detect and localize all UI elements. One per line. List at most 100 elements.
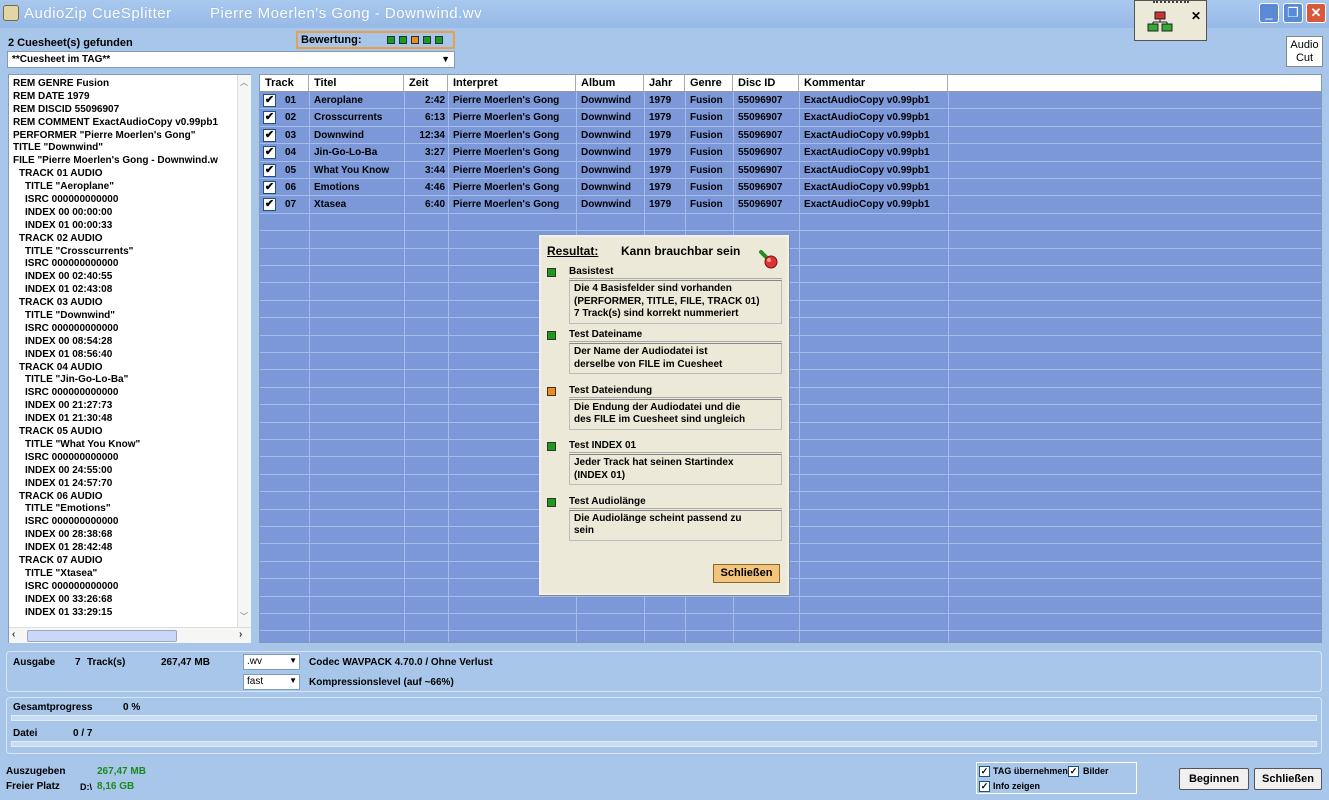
track-cell-comment[interactable]: ExactAudioCopy v0.99pb1 — [799, 92, 948, 109]
track-cell-discid[interactable]: 55096907 — [733, 196, 799, 213]
track-cell-discid[interactable]: 55096907 — [733, 109, 799, 126]
track-cell-comment[interactable]: ExactAudioCopy v0.99pb1 — [799, 179, 948, 196]
vertical-scrollbar[interactable]: ︿ ﹀ — [237, 75, 251, 627]
track-cell-comment[interactable]: ExactAudioCopy v0.99pb1 — [799, 162, 948, 179]
column-header[interactable]: Album — [576, 75, 644, 92]
chevron-down-icon[interactable]: ▼ — [289, 656, 297, 665]
track-cell-year[interactable]: 1979 — [644, 144, 685, 161]
column-header[interactable]: Disc ID — [733, 75, 799, 92]
track-cell-album[interactable]: Downwind — [576, 92, 644, 109]
bilder-checkbox[interactable]: ✓ — [1068, 766, 1079, 777]
track-cell-title[interactable]: Downwind — [309, 127, 404, 144]
track-cell-track[interactable]: 07 — [280, 196, 309, 213]
track-cell-year[interactable]: 1979 — [644, 196, 685, 213]
track-checkbox[interactable]: ✔ — [263, 146, 276, 160]
format-dropdown[interactable]: .wv ▼ — [243, 654, 300, 670]
scroll-left-icon[interactable]: ‹ — [12, 629, 15, 640]
track-cell-title[interactable]: Aeroplane — [309, 92, 404, 109]
column-header[interactable]: Genre — [685, 75, 733, 92]
close-button[interactable]: Schließen — [1254, 768, 1322, 790]
track-cell-comment[interactable]: ExactAudioCopy v0.99pb1 — [799, 196, 948, 213]
track-cell-title[interactable]: Jin-Go-Lo-Ba — [309, 144, 404, 161]
scroll-up-icon[interactable]: ︿ — [240, 77, 248, 88]
track-checkbox[interactable]: ✔ — [263, 181, 276, 194]
app-icon[interactable] — [3, 5, 19, 21]
track-cell-artist[interactable]: Pierre Moerlen's Gong — [448, 109, 576, 126]
track-checkbox[interactable]: ✔ — [263, 163, 276, 177]
track-cell-album[interactable]: Downwind — [576, 109, 644, 126]
track-cell-comment[interactable]: ExactAudioCopy v0.99pb1 — [799, 127, 948, 144]
track-cell-year[interactable]: 1979 — [644, 127, 685, 144]
track-cell-comment[interactable]: ExactAudioCopy v0.99pb1 — [799, 109, 948, 126]
floating-toolwindow[interactable]: ✕ — [1134, 0, 1207, 41]
network-icon[interactable] — [1147, 11, 1173, 33]
maximize-button[interactable]: ❐ — [1283, 3, 1303, 23]
scroll-thumb[interactable] — [27, 630, 177, 642]
track-cell-track[interactable]: 06 — [280, 179, 309, 196]
column-header[interactable]: Track — [260, 75, 309, 92]
column-header[interactable]: Titel — [309, 75, 404, 92]
scroll-right-icon[interactable]: › — [239, 629, 242, 640]
cuesheet-dropdown[interactable]: **Cuesheet im TAG** ▼ — [7, 51, 455, 68]
begin-button[interactable]: Beginnen — [1179, 768, 1249, 790]
track-cell-track[interactable]: 03 — [280, 127, 309, 144]
track-cell-artist[interactable]: Pierre Moerlen's Gong — [448, 196, 576, 213]
chevron-down-icon[interactable]: ▼ — [441, 54, 450, 64]
track-cell-artist[interactable]: Pierre Moerlen's Gong — [448, 179, 576, 196]
minimize-button[interactable]: _ — [1259, 3, 1279, 23]
drag-grip[interactable] — [1153, 1, 1189, 5]
result-dialog[interactable]: Resultat: Kann brauchbar sein Schließen … — [539, 235, 789, 595]
track-cell-genre[interactable]: Fusion — [685, 144, 733, 161]
track-cell-title[interactable]: What You Know — [309, 162, 404, 179]
track-cell-genre[interactable]: Fusion — [685, 127, 733, 144]
track-cell-time[interactable]: 2:42 — [404, 92, 448, 109]
title-bar[interactable]: AudioZip CueSplitter Pierre Moerlen's Go… — [0, 0, 1329, 28]
track-cell-time[interactable]: 6:40 — [404, 196, 448, 213]
track-cell-title[interactable]: Emotions — [309, 179, 404, 196]
track-cell-time[interactable]: 3:44 — [404, 162, 448, 179]
track-cell-discid[interactable]: 55096907 — [733, 144, 799, 161]
track-cell-track[interactable]: 01 — [280, 92, 309, 109]
tag-checkbox[interactable]: ✓ — [979, 766, 990, 777]
track-cell-year[interactable]: 1979 — [644, 179, 685, 196]
track-cell-year[interactable]: 1979 — [644, 109, 685, 126]
column-header[interactable]: Zeit — [404, 75, 448, 92]
audio-cut-button[interactable]: Audio Cut — [1286, 36, 1323, 67]
column-header[interactable]: Kommentar — [799, 75, 948, 92]
track-cell-genre[interactable]: Fusion — [685, 92, 733, 109]
track-cell-time[interactable]: 4:46 — [404, 179, 448, 196]
track-cell-genre[interactable]: Fusion — [685, 162, 733, 179]
track-cell-genre[interactable]: Fusion — [685, 179, 733, 196]
track-table[interactable]: Track Titel Zeit Interpret Album Jahr Genre Dis… — [259, 74, 1322, 643]
compression-dropdown[interactable]: fast ▼ — [243, 674, 300, 690]
track-cell-album[interactable]: Downwind — [576, 144, 644, 161]
track-cell-discid[interactable]: 55096907 — [733, 162, 799, 179]
column-header[interactable]: Jahr — [644, 75, 685, 92]
track-cell-discid[interactable]: 55096907 — [733, 127, 799, 144]
horizontal-scrollbar[interactable]: ‹ › — [9, 627, 251, 643]
track-cell-year[interactable]: 1979 — [644, 92, 685, 109]
track-checkbox[interactable]: ✔ — [263, 198, 276, 212]
track-cell-track[interactable]: 04 — [280, 144, 309, 161]
track-cell-artist[interactable]: Pierre Moerlen's Gong — [448, 144, 576, 161]
track-cell-artist[interactable]: Pierre Moerlen's Gong — [448, 162, 576, 179]
result-close-button[interactable]: Schließen — [713, 564, 780, 583]
track-cell-time[interactable]: 12:34 — [404, 127, 448, 144]
track-cell-artist[interactable]: Pierre Moerlen's Gong — [448, 92, 576, 109]
track-cell-discid[interactable]: 55096907 — [733, 92, 799, 109]
track-cell-album[interactable]: Downwind — [576, 179, 644, 196]
cuesheet-text-panel[interactable]: REM GENRE Fusion REM DATE 1979 REM DISCID … — [8, 74, 251, 643]
info-checkbox[interactable]: ✓ — [979, 781, 990, 792]
scroll-down-icon[interactable]: ﹀ — [240, 611, 248, 622]
track-cell-title[interactable]: Xtasea — [309, 196, 404, 213]
track-cell-time[interactable]: 3:27 — [404, 144, 448, 161]
track-cell-title[interactable]: Crosscurrents — [309, 109, 404, 126]
track-cell-comment[interactable]: ExactAudioCopy v0.99pb1 — [799, 144, 948, 161]
track-cell-track[interactable]: 05 — [280, 162, 309, 179]
track-cell-discid[interactable]: 55096907 — [733, 179, 799, 196]
track-cell-artist[interactable]: Pierre Moerlen's Gong — [448, 127, 576, 144]
track-cell-time[interactable]: 6:13 — [404, 109, 448, 126]
toolwindow-close-icon[interactable]: ✕ — [1191, 9, 1201, 23]
close-window-button[interactable]: ✕ — [1306, 3, 1326, 23]
track-cell-genre[interactable]: Fusion — [685, 109, 733, 126]
